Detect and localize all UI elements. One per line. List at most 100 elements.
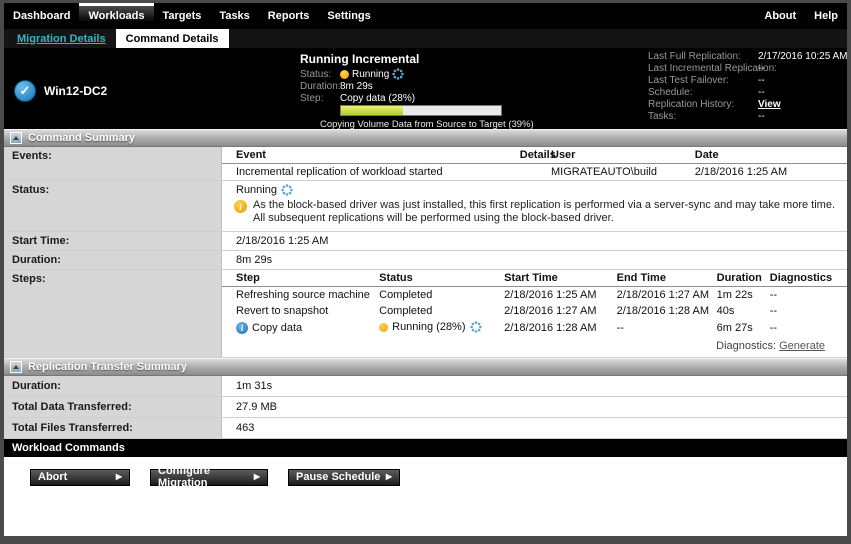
diagnostics-line: Diagnostics: Generate: [222, 337, 847, 357]
duration-value: 8m 29s: [340, 81, 373, 92]
step-cell: Refreshing source machine: [222, 287, 375, 304]
steps-row: Steps: Step Status Start Time End Time D…: [4, 270, 847, 358]
total-data-row: Total Data Transferred: 27.9 MB: [4, 397, 847, 418]
duration-cell: 1m 22s: [713, 287, 766, 304]
workload-identity: ✓ Win12-DC2: [14, 80, 107, 102]
workload-commands-area: Abort ▶ Configure Migration ▶ Pause Sche…: [4, 457, 847, 537]
status-cell: Completed: [375, 287, 500, 304]
start-cell: 2/18/2016 1:28 AM: [500, 319, 613, 337]
generate-diagnostics-link[interactable]: Generate: [779, 340, 825, 352]
command-status-line: Running: [222, 181, 847, 197]
collapse-section-icon[interactable]: [10, 132, 22, 144]
nav-workloads[interactable]: Workloads: [79, 3, 153, 29]
col-user: User: [547, 147, 691, 164]
status-value: Running: [352, 69, 389, 80]
nav-spacer: [380, 3, 756, 29]
arrow-right-icon: ▶: [116, 473, 122, 481]
workload-header: ✓ Win12-DC2 Running Incremental Status: …: [4, 48, 847, 129]
configure-migration-button[interactable]: Configure Migration ▶: [150, 469, 268, 486]
diagnostics-cell: --: [766, 303, 847, 319]
spinner-icon: [470, 321, 482, 333]
driver-note: i As the block-based driver was just ins…: [222, 197, 847, 231]
command-title: Running Incremental: [300, 52, 534, 66]
abort-button[interactable]: Abort ▶: [30, 469, 130, 486]
tab-migration-details[interactable]: Migration Details: [7, 29, 116, 48]
end-cell: 2/18/2016 1:27 AM: [613, 287, 713, 304]
step-label: Step:: [300, 93, 340, 104]
diagnostics-label: Diagnostics:: [716, 340, 776, 352]
arrow-right-icon: ▶: [386, 473, 392, 481]
total-files-label: Total Files Transferred:: [4, 418, 222, 438]
col-duration: Duration: [713, 270, 766, 287]
start-cell: 2/18/2016 1:25 AM: [500, 287, 613, 304]
transfer-duration-row: Duration: 1m 31s: [4, 376, 847, 397]
steps-header-row: Step Status Start Time End Time Duration…: [222, 270, 847, 287]
step-info-icon[interactable]: i: [236, 322, 248, 334]
pause-schedule-button-label: Pause Schedule: [296, 471, 380, 483]
total-data-value: 27.9 MB: [222, 397, 847, 417]
spinner-icon: [281, 184, 293, 196]
nav-tasks[interactable]: Tasks: [210, 3, 258, 29]
date-cell: 2/18/2016 1:25 AM: [691, 164, 847, 181]
transfer-summary-header: Replication Transfer Summary: [4, 358, 847, 376]
col-end-time: End Time: [613, 270, 713, 287]
command-duration-value: 8m 29s: [222, 251, 847, 269]
status-cell: Running (28%): [375, 319, 500, 337]
nav-settings[interactable]: Settings: [318, 3, 379, 29]
tasks-value: --: [758, 111, 765, 123]
step-name: Copy data: [252, 322, 302, 334]
table-row: i Copy data Running (28%) 2/18/2016 1:: [222, 319, 847, 337]
progress-caption: Copying Volume Data from Source to Targe…: [320, 119, 534, 130]
last-test-failover-value: --: [758, 75, 765, 87]
event-cell: Incremental replication of workload star…: [222, 164, 516, 181]
user-cell: MIGRATEAUTO\build: [547, 164, 691, 181]
nav-about[interactable]: About: [755, 3, 805, 29]
events-header-row: Event Details User Date: [222, 147, 847, 164]
workload-check-icon: ✓: [14, 80, 36, 102]
schedule-label: Schedule:: [648, 87, 758, 99]
abort-button-label: Abort: [38, 471, 67, 483]
replication-history-view-link[interactable]: View: [758, 99, 781, 111]
details-tabbar: Migration Details Command Details: [4, 29, 847, 48]
col-status: Status: [375, 270, 500, 287]
duration-row: Duration: 8m 29s: [4, 251, 847, 270]
col-event: Event: [222, 147, 516, 164]
start-time-row: Start Time: 2/18/2016 1:25 AM: [4, 232, 847, 251]
tab-command-details[interactable]: Command Details: [116, 29, 229, 48]
duration-cell: 6m 27s: [713, 319, 766, 337]
nav-reports[interactable]: Reports: [259, 3, 319, 29]
configure-migration-button-label: Configure Migration: [158, 465, 254, 489]
nav-help[interactable]: Help: [805, 3, 847, 29]
status-cell: Completed: [375, 303, 500, 319]
end-cell: --: [613, 319, 713, 337]
diagnostics-cell: --: [766, 319, 847, 337]
table-row: Incremental replication of workload star…: [222, 164, 847, 181]
collapse-arrow-icon: [13, 365, 19, 369]
nav-targets[interactable]: Targets: [154, 3, 211, 29]
col-details: Details: [516, 147, 547, 164]
col-start-time: Start Time: [500, 270, 613, 287]
running-status-dot: [379, 323, 388, 332]
spinner-icon: [392, 68, 404, 80]
table-row: Refreshing source machine Completed 2/18…: [222, 287, 847, 304]
events-row: Events: Event Details User Date Incremen…: [4, 147, 847, 181]
pause-schedule-button[interactable]: Pause Schedule ▶: [288, 469, 400, 486]
last-full-replication-label: Last Full Replication:: [648, 51, 758, 63]
arrow-right-icon: ▶: [254, 473, 260, 481]
last-test-failover-label: Last Test Failover:: [648, 75, 758, 87]
nav-dashboard[interactable]: Dashboard: [4, 3, 79, 29]
running-status-dot: [340, 70, 349, 79]
collapse-section-icon[interactable]: [10, 361, 22, 373]
col-diagnostics: Diagnostics: [766, 270, 847, 287]
end-cell: 2/18/2016 1:28 AM: [613, 303, 713, 319]
duration-label: Duration:: [300, 81, 340, 92]
start-time-value: 2/18/2016 1:25 AM: [222, 232, 847, 250]
note-info-icon: i: [234, 200, 247, 213]
last-incremental-replication-label: Last Incremental Replication:: [648, 63, 758, 75]
start-cell: 2/18/2016 1:27 AM: [500, 303, 613, 319]
status-label: Status:: [300, 69, 340, 80]
start-time-row-label: Start Time:: [4, 232, 222, 250]
step-cell: Revert to snapshot: [222, 303, 375, 319]
replication-history-label: Replication History:: [648, 99, 758, 111]
command-summary-title: Command Summary: [28, 132, 135, 144]
